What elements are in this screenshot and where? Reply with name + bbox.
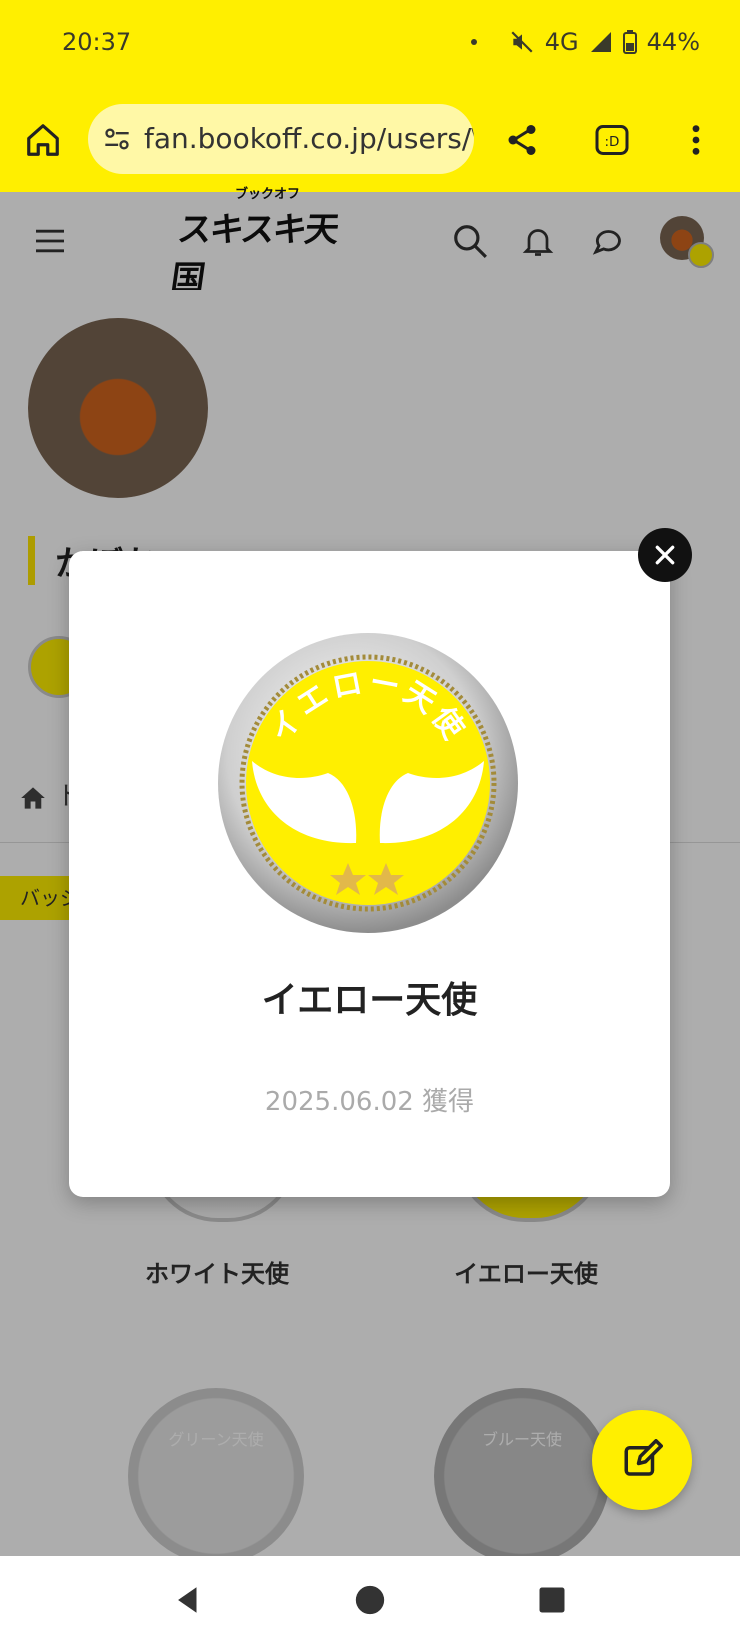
reader-mode-button[interactable]: :D — [586, 112, 638, 168]
signal-icon — [590, 32, 611, 52]
edit-icon — [624, 1439, 663, 1476]
home-icon — [27, 124, 59, 156]
nav-recents-button[interactable] — [528, 1576, 576, 1624]
network-type: 4G — [544, 28, 579, 56]
svg-text:イエロー天使: イエロー天使 — [263, 665, 473, 749]
reader-mode-icon: :D — [595, 125, 629, 155]
modal-date: 2025.06.02 獲得 — [264, 1087, 475, 1117]
share-button[interactable] — [496, 112, 548, 168]
url-text: fan.bookoff.co.jp/users/\ — [144, 122, 474, 155]
system-nav-bar — [0, 1556, 740, 1644]
medal-text-arc: イエロー天使 — [263, 665, 473, 749]
close-button[interactable] — [638, 528, 692, 582]
site-settings-icon[interactable] — [102, 125, 132, 153]
nav-back-button[interactable] — [164, 1576, 212, 1624]
notification-dot-icon — [470, 39, 477, 45]
status-bar: 20:37 4G 44% — [0, 0, 740, 90]
battery-percent: 44% — [646, 28, 700, 56]
modal-title: イエロー天使 — [261, 980, 478, 1021]
svg-text::D: :D — [605, 134, 620, 150]
status-time: 20:37 — [62, 28, 132, 56]
nav-home-button[interactable] — [346, 1576, 394, 1624]
browser-menu-button[interactable] — [678, 112, 714, 168]
browser-toolbar: fan.bookoff.co.jp/users/\ :D — [0, 90, 740, 192]
vibrate-mute-icon — [511, 31, 533, 53]
home-circle-icon — [355, 1585, 385, 1615]
compose-fab[interactable] — [592, 1410, 692, 1510]
more-vertical-icon — [692, 125, 700, 155]
address-bar[interactable]: fan.bookoff.co.jp/users/\ — [88, 104, 474, 174]
medal-text: イエロー天使 — [263, 665, 469, 749]
close-icon — [655, 545, 675, 565]
yellow-angel-medal: イエロー天使 — [216, 631, 520, 935]
status-icons: 4G 44% — [470, 28, 700, 56]
home-button[interactable] — [20, 112, 66, 168]
battery-icon — [622, 30, 637, 54]
recents-square-icon — [539, 1587, 565, 1613]
back-triangle-icon — [178, 1587, 197, 1613]
share-icon — [508, 125, 536, 155]
badge-detail-modal: イエロー天使 イエロー天使 2025.06.02 獲得 — [69, 551, 670, 1197]
